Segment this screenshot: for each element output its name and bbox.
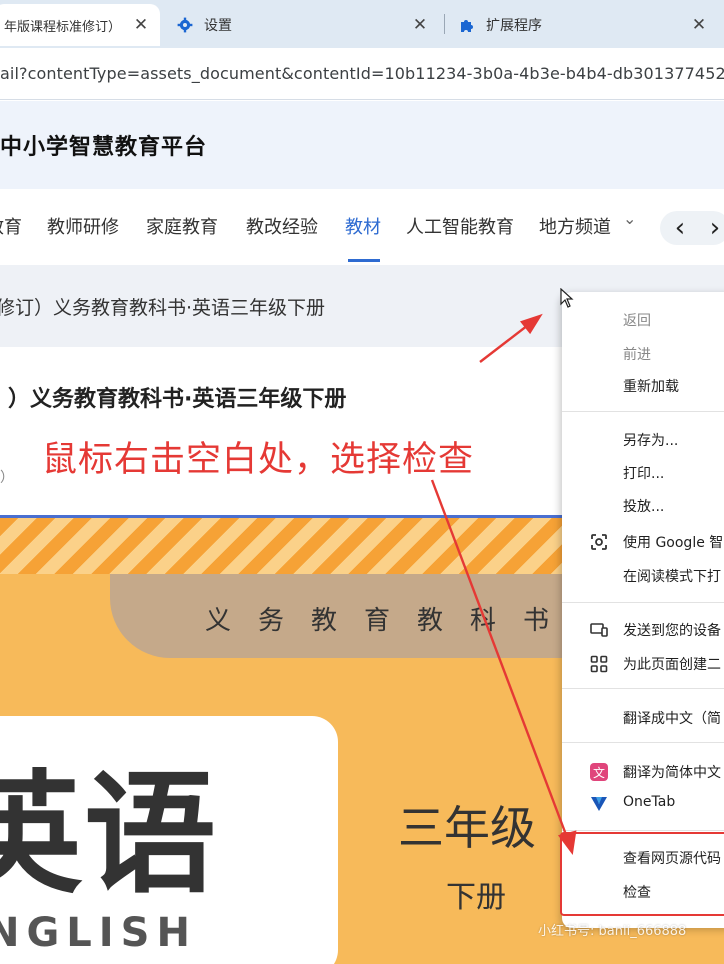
menu-item-save-as[interactable]: 另存为...: [562, 424, 724, 456]
address-bar[interactable]: ail?contentType=assets_document&contentI…: [0, 48, 724, 100]
menu-label: 前进: [623, 347, 651, 363]
meta-text: ）: [0, 470, 14, 486]
nav-item-teacher-training[interactable]: 教师研修: [47, 213, 119, 239]
tab-title: 年版课程标准修订）: [4, 19, 122, 35]
menu-label: 翻译成中文（简: [623, 711, 721, 727]
chevron-down-icon[interactable]: ⌄: [623, 209, 636, 228]
menu-item-print[interactable]: 打印...: [562, 457, 724, 489]
close-icon[interactable]: ✕: [130, 14, 152, 36]
puzzle-icon: [458, 16, 476, 34]
tab-separator: [444, 14, 445, 34]
tab-extensions[interactable]: 扩展程序 ✕: [446, 4, 724, 46]
tab-title: 扩展程序: [486, 18, 542, 34]
annotation-highlight-box: [560, 832, 724, 916]
close-icon[interactable]: ✕: [688, 14, 710, 36]
menu-item-google-lens[interactable]: 使用 Google 智: [562, 526, 724, 558]
cover-english: NGLISH: [0, 910, 197, 956]
cover-grade: 三年级: [398, 801, 536, 855]
menu-label: 为此页面创建二: [623, 657, 721, 673]
menu-item-translate[interactable]: 翻译成中文（简: [562, 702, 724, 734]
menu-item-forward[interactable]: 前进: [562, 338, 724, 370]
browser-tab-strip: 年版课程标准修订） ✕ 设置 ✕ 扩展程序 ✕: [0, 0, 724, 48]
tab-title: 设置: [204, 18, 232, 34]
menu-item-back[interactable]: 返回: [562, 304, 724, 336]
gear-icon: [176, 16, 194, 34]
tutorial-annotation: 鼠标右击空白处，选择检查: [42, 440, 475, 480]
menu-label: OneTab: [623, 794, 676, 810]
menu-separator: [562, 742, 724, 743]
menu-separator: [562, 602, 724, 603]
cover-series: 义务教育教科书: [205, 606, 577, 636]
svg-text:文: 文: [593, 765, 605, 780]
menu-label: 发送到您的设备: [623, 623, 721, 639]
nav-item-ai-education[interactable]: 人工智能教育: [406, 213, 514, 239]
menu-label: 重新加载: [623, 379, 679, 395]
book-title: ）义务教育教科书·英语三年级下册: [8, 387, 347, 412]
book-info-card: ）义务教育教科书·英语三年级下册 鼠标右击空白处，选择检查 ）: [0, 347, 560, 503]
site-header: 中小学智慧教育平台: [0, 101, 724, 189]
menu-label: 在阅读模式下打: [623, 569, 721, 585]
watermark-logo: 小红书: [652, 893, 697, 913]
menu-label: 投放...: [623, 499, 665, 515]
google-lens-icon: [588, 531, 610, 553]
menu-separator: [562, 411, 724, 412]
menu-item-reload[interactable]: 重新加载: [562, 370, 724, 402]
menu-label: 使用 Google 智: [623, 535, 724, 551]
nav-item-local-channels[interactable]: 地方频道: [539, 213, 611, 239]
active-nav-indicator: [348, 259, 380, 262]
devices-icon: [588, 619, 610, 641]
menu-item-qr-code[interactable]: 为此页面创建二: [562, 648, 724, 680]
watermark-text: 小红书号: banli_666888: [538, 924, 687, 939]
main-nav: 教育 教师研修 家庭教育 教改经验 教材 人工智能教育 地方频道 ⌄ ‹ ›: [0, 189, 724, 265]
onetab-icon: [588, 793, 610, 815]
site-title[interactable]: 中小学智慧教育平台: [0, 129, 207, 161]
chevron-right-icon[interactable]: ›: [700, 211, 724, 245]
nav-item-reform-experience[interactable]: 教改经验: [246, 213, 318, 239]
menu-item-cast[interactable]: 投放...: [562, 490, 724, 522]
nav-scroll-controls: ‹ ›: [660, 211, 724, 245]
menu-separator: [562, 830, 724, 831]
menu-label: 打印...: [623, 466, 665, 482]
translate-icon: 文: [588, 761, 610, 783]
cover-subject: 英语: [0, 757, 218, 912]
chevron-left-icon[interactable]: ‹: [665, 211, 695, 245]
nav-item-textbooks[interactable]: 教材: [345, 213, 381, 239]
tab-textbook[interactable]: 年版课程标准修订） ✕: [0, 4, 160, 46]
menu-item-onetab[interactable]: OneTab: [562, 788, 724, 820]
url-text[interactable]: ail?contentType=assets_document&contentI…: [0, 64, 724, 83]
breadcrumb: 修订）义务教育教科书·英语三年级下册: [0, 297, 326, 319]
qr-code-icon: [588, 653, 610, 675]
tab-settings[interactable]: 设置 ✕: [164, 4, 439, 46]
menu-label: 翻译为简体中文: [623, 765, 721, 781]
nav-item-education[interactable]: 教育: [0, 213, 22, 239]
menu-item-translate-extension[interactable]: 文 翻译为简体中文: [562, 756, 724, 788]
nav-item-family-education[interactable]: 家庭教育: [146, 213, 218, 239]
menu-separator: [562, 688, 724, 689]
menu-item-send-to-devices[interactable]: 发送到您的设备: [562, 614, 724, 646]
menu-label: 另存为...: [623, 433, 679, 449]
menu-label: 返回: [623, 313, 651, 329]
menu-item-reading-mode[interactable]: 在阅读模式下打: [562, 560, 724, 592]
close-icon[interactable]: ✕: [409, 14, 431, 36]
mouse-cursor-icon: [560, 288, 574, 308]
cover-term: 下册: [446, 880, 506, 915]
